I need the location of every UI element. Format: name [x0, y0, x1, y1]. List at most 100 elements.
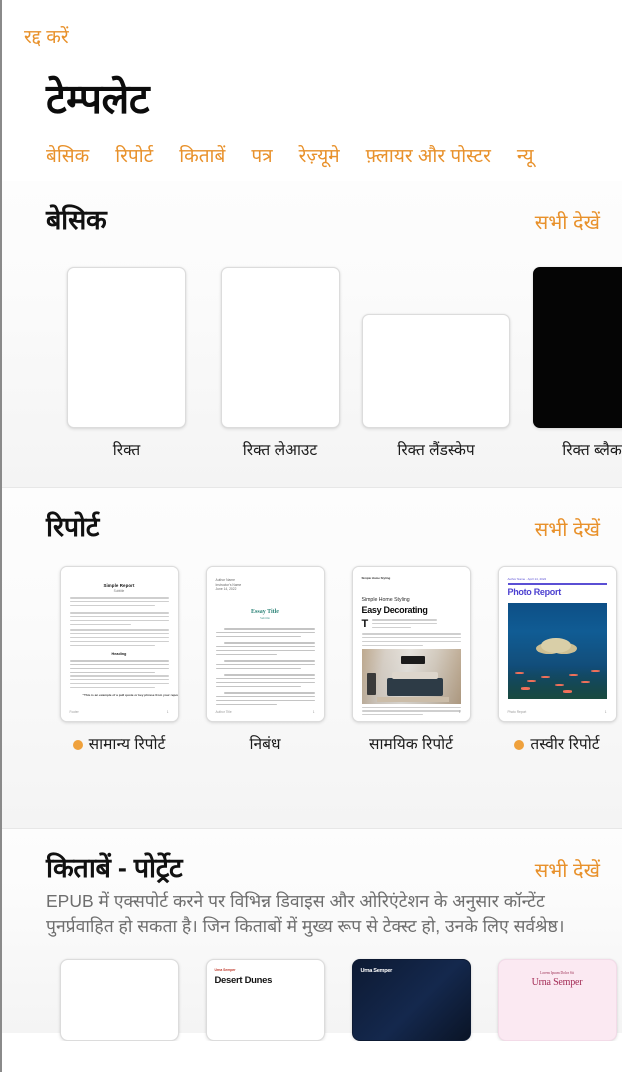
tab-reports[interactable]: रिपोर्ट — [115, 145, 153, 169]
thumb-meta: Author Name · April 14, 2022 — [507, 577, 547, 581]
template-label-text: सामयिक रिपोर्ट — [369, 736, 453, 753]
thumb-pullquote: "This is an example of a pull quote or k… — [82, 693, 179, 697]
tab-letters[interactable]: पत्र — [251, 145, 272, 169]
thumb-title: Desert Dunes — [214, 975, 273, 986]
template-thumbnail[interactable]: Lorem Ipsum Dolor Sit Urna Semper — [497, 959, 617, 1041]
section-reports-row[interactable]: Simple Report Subtitle Heading "This is … — [2, 544, 622, 755]
template-card-blank-landscape[interactable]: रिक्त लैंडस्केप — [353, 314, 519, 461]
thumbnail-page: Simple Report Subtitle Heading "This is … — [60, 567, 179, 721]
thumb-footer-left: Footer — [69, 710, 79, 714]
tab-books[interactable]: किताबें — [179, 145, 225, 169]
thumb-footer: Author Title 1 — [216, 710, 315, 714]
template-card-book-blank[interactable] — [46, 959, 192, 1041]
template-card-essay[interactable]: Author Name Instructor's Name June 14, 2… — [192, 566, 338, 755]
section-reports-header: रिपोर्ट सभी देखें — [2, 488, 622, 544]
tv-shape — [401, 655, 425, 665]
thumb-footer-right: 1 — [166, 710, 169, 714]
section-books-portrait: किताबें - पोर्ट्रेट सभी देखें EPUB में ए… — [2, 829, 622, 1041]
section-books-header: किताबें - पोर्ट्रेट सभी देखें — [2, 829, 622, 885]
turtle-shape — [541, 637, 571, 653]
thumbnail-page: Author Name Instructor's Name June 14, 2… — [206, 567, 324, 721]
section-basic-row[interactable]: रिक्त रिक्त लेआउट रिक्त लैंडस्केप रिक्त … — [2, 237, 622, 461]
downloaded-dot-icon — [72, 740, 83, 750]
template-label-text: निबंध — [249, 736, 281, 753]
template-thumbnail[interactable] — [532, 267, 622, 428]
thumb-footer: Footer 1 — [70, 710, 169, 714]
template-thumbnail[interactable] — [59, 959, 179, 1041]
thumb-subtitle: Subtitle — [113, 589, 125, 593]
tab-resumes[interactable]: रेज़्यूमे — [299, 145, 340, 169]
section-basic: बेसिक सभी देखें रिक्त रिक्त लेआउट रिक्त … — [2, 181, 622, 487]
thumb-title: Urna Semper — [360, 968, 393, 974]
thumb-rule — [507, 583, 607, 585]
thumb-label: Urna Semper — [214, 968, 236, 972]
template-label: रिक्त लेआउट — [243, 441, 317, 461]
template-card-book-pink[interactable]: Lorem Ipsum Dolor Sit Urna Semper — [484, 959, 622, 1041]
thumbnail-cover: Urna Semper — [361, 968, 462, 974]
template-thumbnail[interactable]: Author Name Instructor's Name June 14, 2… — [205, 566, 325, 722]
template-card-simple-report[interactable]: Simple Report Subtitle Heading "This is … — [46, 566, 192, 755]
section-reports-see-all[interactable]: सभी देखें — [535, 517, 600, 543]
lamp-shape — [367, 673, 377, 696]
tab-flyers-and-posters[interactable]: फ़्लायर और पोस्टर — [366, 145, 491, 169]
template-label-text: रिक्त लेआउट — [242, 442, 318, 459]
section-reports: रिपोर्ट सभी देखें Simple Report Subtitle — [2, 488, 622, 828]
thumb-title: Simple Report — [103, 583, 135, 588]
template-thumbnail[interactable]: Urna Semper — [351, 959, 471, 1041]
template-label: सामयिक रिपोर्ट — [369, 735, 453, 755]
thumb-title: Urna Semper — [531, 977, 583, 988]
template-thumbnail[interactable]: Simple Report Subtitle Heading "This is … — [59, 566, 179, 722]
page-title: टेम्पलेट — [46, 76, 150, 122]
tab-basic[interactable]: बेसिक — [46, 145, 89, 169]
tab-newsletters[interactable]: न्यू — [517, 145, 534, 169]
thumb-footer-right: 1 — [604, 710, 607, 714]
template-label: तस्वीर रिपोर्ट — [514, 735, 600, 755]
template-card-blank[interactable]: रिक्त — [46, 267, 207, 461]
template-label: निबंध — [249, 735, 280, 755]
thumb-title: Essay Title — [251, 609, 279, 615]
template-card-blank-layout[interactable]: रिक्त लेआउट — [207, 267, 353, 461]
thumb-footer-right: 1 — [458, 710, 461, 714]
section-basic-header: बेसिक सभी देखें — [2, 181, 622, 237]
cancel-button[interactable]: रद्द करें — [24, 0, 69, 49]
thumb-footer-left: Photo Report — [507, 710, 527, 714]
thumb-photo — [507, 603, 607, 699]
template-thumbnail[interactable] — [362, 314, 510, 428]
section-books-see-all[interactable]: सभी देखें — [535, 858, 600, 884]
thumb-footer: 1 — [362, 710, 461, 714]
template-label-text: रिक्त — [112, 442, 141, 459]
template-thumbnail[interactable]: Simple Home Styling Simple Home Styling … — [351, 566, 471, 722]
template-card-blank-black[interactable]: रिक्त ब्लैक — [519, 267, 622, 461]
thumbnail-cover: Urna Semper Desert Dunes — [215, 968, 316, 986]
template-label: रिक्त ब्लैक — [562, 441, 622, 461]
thumb-overline: Simple Home Styling — [361, 597, 410, 603]
template-label: रिक्त — [113, 441, 141, 461]
thumb-date: June 14, 2022 — [215, 587, 237, 592]
thumb-title: Easy Decorating — [361, 605, 428, 615]
section-books-row[interactable]: Urna Semper Desert Dunes Urna Semper Lor… — [2, 939, 622, 1041]
thumb-footer-left: Author Title — [215, 710, 232, 714]
template-card-modern-report[interactable]: Simple Home Styling Simple Home Styling … — [338, 566, 484, 755]
thumb-label: Lorem Ipsum Dolor Sit — [540, 971, 574, 975]
section-basic-see-all[interactable]: सभी देखें — [535, 210, 600, 236]
template-thumbnail[interactable]: Author Name · April 14, 2022 Photo Repor… — [497, 566, 617, 722]
thumbnail-cover: Lorem Ipsum Dolor Sit Urna Semper — [507, 971, 608, 988]
thumb-photo — [361, 649, 461, 704]
section-basic-title: बेसिक — [46, 205, 107, 235]
thumb-dropcap: T — [361, 618, 369, 630]
template-card-book-desert-dunes[interactable]: Urna Semper Desert Dunes — [192, 959, 338, 1041]
template-card-book-dark[interactable]: Urna Semper — [338, 959, 484, 1041]
template-label: रिक्त लैंडस्केप — [397, 441, 474, 461]
section-books-title: किताबें - पोर्ट्रेट — [46, 853, 183, 883]
template-card-photo-report[interactable]: Author Name · April 14, 2022 Photo Repor… — [484, 566, 622, 755]
template-label: सामान्य रिपोर्ट — [72, 735, 166, 755]
rug-shape — [377, 696, 449, 703]
template-label-text: सामान्य रिपोर्ट — [88, 736, 166, 753]
template-thumbnail[interactable] — [67, 267, 186, 428]
category-tab-bar[interactable]: बेसिक रिपोर्ट किताबें पत्र रेज़्यूमे फ़्… — [2, 123, 622, 181]
template-label-text: रिक्त ब्लैक — [562, 442, 622, 459]
downloaded-dot-icon — [514, 740, 525, 750]
template-thumbnail[interactable]: Urna Semper Desert Dunes — [205, 959, 325, 1041]
template-thumbnail[interactable] — [220, 267, 340, 428]
template-label-text: रिक्त लैंडस्केप — [397, 442, 475, 459]
